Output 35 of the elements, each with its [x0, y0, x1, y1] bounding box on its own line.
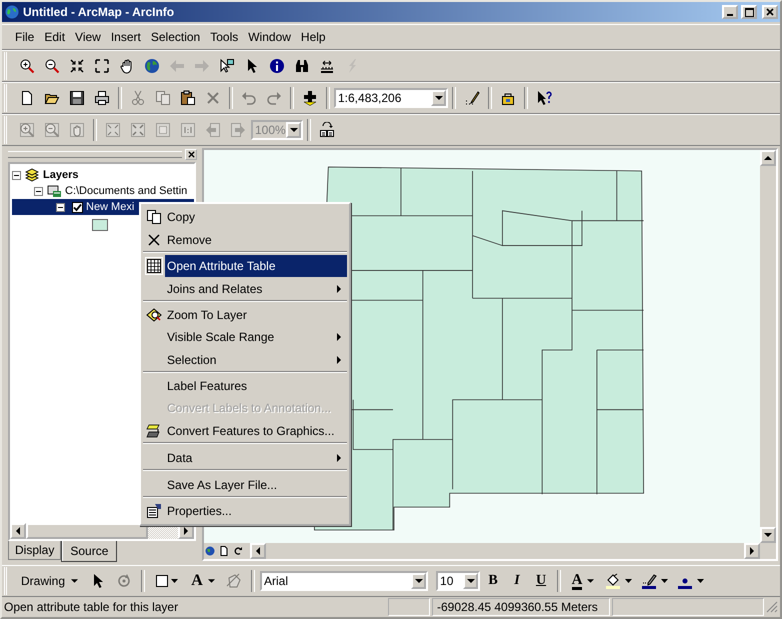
menu-item[interactable]: Save As Layer File...: [143, 473, 347, 497]
menu-item[interactable]: Label Features: [143, 375, 347, 397]
coordinates-readout: -69028.45 4099360.55 Meters: [432, 598, 610, 616]
tree-label: New Mexi: [86, 201, 134, 213]
menu-item[interactable]: Data: [143, 446, 347, 470]
drawing-menu[interactable]: Drawing: [15, 574, 84, 588]
menu-item[interactable]: Insert: [106, 28, 146, 46]
menu-item[interactable]: Zoom To Layer: [143, 304, 347, 326]
menu-item[interactable]: Convert Features to Graphics...: [143, 419, 347, 443]
menu-item[interactable]: Visible Scale Range: [143, 326, 347, 348]
font-dropdown[interactable]: Arial: [260, 571, 428, 591]
window-title: Untitled - ArcMap - ArcInfo: [23, 5, 176, 19]
menu-item[interactable]: Help: [296, 28, 331, 46]
menu-item[interactable]: View: [70, 28, 106, 46]
status-message: Open attribute table for this layer: [4, 599, 180, 615]
menu-item[interactable]: File: [10, 28, 40, 46]
text-tool-button[interactable]: A: [186, 570, 220, 592]
font-size-dropdown[interactable]: 10: [436, 571, 480, 591]
menu-item[interactable]: Window: [243, 28, 296, 46]
bold-button[interactable]: B: [482, 570, 504, 592]
scale-dropdown[interactable]: 1:6,483,206: [334, 88, 448, 108]
menu-item[interactable]: Joins and Relates: [143, 277, 347, 301]
menu-item[interactable]: Tools: [205, 28, 244, 46]
tree-label[interactable]: Layers: [43, 169, 78, 181]
menu-item[interactable]: Properties...: [143, 500, 347, 522]
menu-item[interactable]: Selection: [143, 348, 347, 372]
menu-item[interactable]: Remove: [143, 228, 347, 252]
menu-item[interactable]: Selection: [146, 28, 206, 46]
panel-tab[interactable]: Source: [61, 541, 118, 562]
panel-tab[interactable]: Display: [8, 541, 62, 560]
menu-item[interactable]: Edit: [39, 28, 70, 46]
tree-label[interactable]: C:\Documents and Settin: [65, 185, 188, 197]
italic-button[interactable]: I: [506, 570, 528, 592]
font-color-button[interactable]: A: [566, 570, 600, 592]
underline-button[interactable]: U: [530, 570, 552, 592]
